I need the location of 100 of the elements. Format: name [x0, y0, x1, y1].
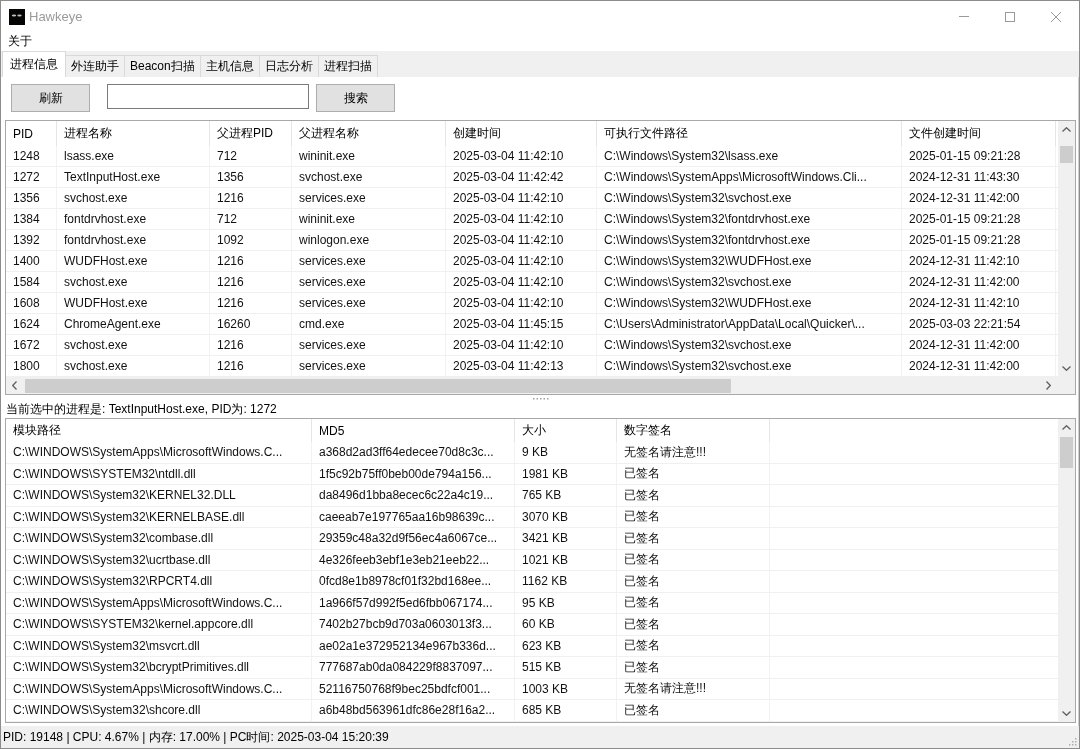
- table-cell: 2025-01-15 09:21:28: [902, 146, 1056, 166]
- table-cell: 2025-03-04 11:42:10: [446, 230, 597, 250]
- table-cell: C:\WINDOWS\SystemApps\MicrosoftWindows.C...: [6, 442, 312, 463]
- column-header[interactable]: MD5: [312, 419, 515, 442]
- table-cell: C:\WINDOWS\SystemApps\MicrosoftWindows.C...: [6, 678, 312, 699]
- vertical-scrollbar[interactable]: [1058, 121, 1075, 377]
- table-cell: svchost.exe: [57, 188, 210, 208]
- minimize-icon: [959, 16, 969, 17]
- table-cell: 1216: [210, 293, 292, 313]
- table-cell: 2025-03-04 11:42:13: [446, 356, 597, 376]
- table-cell: C:\WINDOWS\System32\KERNELBASE.dll: [6, 506, 312, 527]
- table-cell: 685 KB: [515, 700, 617, 721]
- table-cell: 712: [210, 209, 292, 229]
- table-cell: C:\Windows\SystemApps\MicrosoftWindows.Cli...: [597, 167, 902, 187]
- table-cell: 2025-03-04 11:45:15: [446, 314, 597, 334]
- column-header[interactable]: 大小: [515, 419, 617, 442]
- table-cell: wininit.exe: [292, 146, 446, 166]
- table-cell: services.exe: [292, 356, 446, 376]
- table-cell: 已签名: [617, 571, 770, 592]
- table-cell: 1800: [6, 356, 57, 376]
- search-field[interactable]: [107, 84, 309, 109]
- table-cell: 3070 KB: [515, 506, 617, 527]
- table-cell: 1272: [6, 167, 57, 187]
- table-cell: 无签名请注意!!!: [617, 678, 770, 699]
- vertical-scrollbar[interactable]: [1058, 419, 1075, 722]
- table-cell: wininit.exe: [292, 209, 446, 229]
- table-cell: caeeab7e197765aa16b98639c...: [312, 506, 515, 527]
- table-cell: cmd.exe: [292, 314, 446, 334]
- table-cell: C:\WINDOWS\System32\combase.dll: [6, 528, 312, 549]
- table-cell: services.exe: [292, 293, 446, 313]
- table-cell: fontdrvhost.exe: [57, 209, 210, 229]
- chevron-up-icon: [1062, 425, 1071, 430]
- column-header[interactable]: 进程名称: [57, 121, 210, 146]
- toolbar-button[interactable]: 刷新: [11, 84, 90, 112]
- resize-grip-icon[interactable]: [1068, 737, 1077, 746]
- horizontal-scrollbar[interactable]: [6, 377, 1075, 394]
- table-cell: 2025-03-04 11:42:10: [446, 146, 597, 166]
- table-cell: WUDFHost.exe: [57, 251, 210, 271]
- table-cell: 2024-12-31 11:42:10: [902, 293, 1056, 313]
- table-cell: 已签名: [617, 506, 770, 527]
- grip-dots-icon[interactable]: [532, 397, 549, 400]
- column-header[interactable]: 父进程名称: [292, 121, 446, 146]
- table-cell: 2025-03-04 11:42:10: [446, 251, 597, 271]
- column-header[interactable]: 文件创建时间: [902, 121, 1056, 146]
- scrollbar-thumb[interactable]: [25, 378, 731, 393]
- column-header[interactable]: 模块路径: [6, 419, 312, 442]
- table-cell: 已签名: [617, 592, 770, 613]
- table-cell: 2025-03-04 11:42:42: [446, 167, 597, 187]
- column-header[interactable]: 创建时间: [446, 121, 597, 146]
- table-cell: C:\WINDOWS\System32\bcryptPrimitives.dll: [6, 657, 312, 678]
- table-cell: C:\Windows\System32\fontdrvhost.exe: [597, 209, 902, 229]
- table-cell: 515 KB: [515, 657, 617, 678]
- table-cell: 2025-03-03 22:21:54: [902, 314, 1056, 334]
- chevron-right-icon: [1046, 381, 1051, 390]
- table-cell: 2025-03-04 11:42:10: [446, 293, 597, 313]
- table-cell: 765 KB: [515, 485, 617, 506]
- maximize-icon: [1005, 11, 1015, 22]
- table-cell: 已签名: [617, 485, 770, 506]
- table-cell: 60 KB: [515, 614, 617, 635]
- table-cell: 已签名: [617, 528, 770, 549]
- table-cell: 1021 KB: [515, 549, 617, 570]
- table-cell: a368d2ad3ff64edecee70d8c3c...: [312, 442, 515, 463]
- table-cell: C:\Windows\System32\svchost.exe: [597, 335, 902, 355]
- tab[interactable]: 进程扫描: [317, 55, 378, 77]
- table-cell: 1356: [210, 167, 292, 187]
- scrollbar-thumb[interactable]: [1060, 146, 1073, 163]
- table-cell: 1092: [210, 230, 292, 250]
- column-header[interactable]: 数字签名: [617, 419, 770, 442]
- table-cell: services.exe: [292, 272, 446, 292]
- table-cell: C:\Windows\System32\svchost.exe: [597, 356, 902, 376]
- column-header[interactable]: PID: [6, 121, 57, 146]
- table-cell: 1384: [6, 209, 57, 229]
- toolbar-button[interactable]: 搜索: [316, 84, 395, 112]
- table-cell: 无签名请注意!!!: [617, 442, 770, 463]
- scrollbar-thumb[interactable]: [1060, 437, 1073, 468]
- table-cell: 16260: [210, 314, 292, 334]
- table-cell: 3421 KB: [515, 528, 617, 549]
- column-header[interactable]: 可执行文件路径: [597, 121, 902, 146]
- table-cell: services.exe: [292, 188, 446, 208]
- table-cell: C:\WINDOWS\SYSTEM32\kernel.appcore.dll: [6, 614, 312, 635]
- table-cell: 2024-12-31 11:42:00: [902, 356, 1056, 376]
- table-cell: 2025-03-04 11:42:10: [446, 188, 597, 208]
- table-cell: a6b48bd563961dfc86e28f16a2...: [312, 700, 515, 721]
- table-cell: C:\Windows\System32\lsass.exe: [597, 146, 902, 166]
- eye-logo-icon: [9, 8, 25, 25]
- table-cell: 712: [210, 146, 292, 166]
- column-header[interactable]: 父进程PID: [210, 121, 292, 146]
- table-cell: C:\Windows\System32\svchost.exe: [597, 272, 902, 292]
- table-cell: 1216: [210, 356, 292, 376]
- table-cell: fontdrvhost.exe: [57, 230, 210, 250]
- selection-label: 当前选中的进程是: TextInputHost.exe, PID为: 1272: [5, 402, 278, 417]
- table-cell: da8496d1bba8ecec6c22a4c19...: [312, 485, 515, 506]
- table-cell: 1400: [6, 251, 57, 271]
- chevron-up-icon: [1062, 127, 1071, 132]
- table-cell: ChromeAgent.exe: [57, 314, 210, 334]
- menu-item[interactable]: 关于: [6, 33, 34, 50]
- table-cell: WUDFHost.exe: [57, 293, 210, 313]
- table-cell: 1248: [6, 146, 57, 166]
- tab[interactable]: 进程信息: [2, 51, 66, 77]
- table-cell: 2025-03-04 11:42:10: [446, 209, 597, 229]
